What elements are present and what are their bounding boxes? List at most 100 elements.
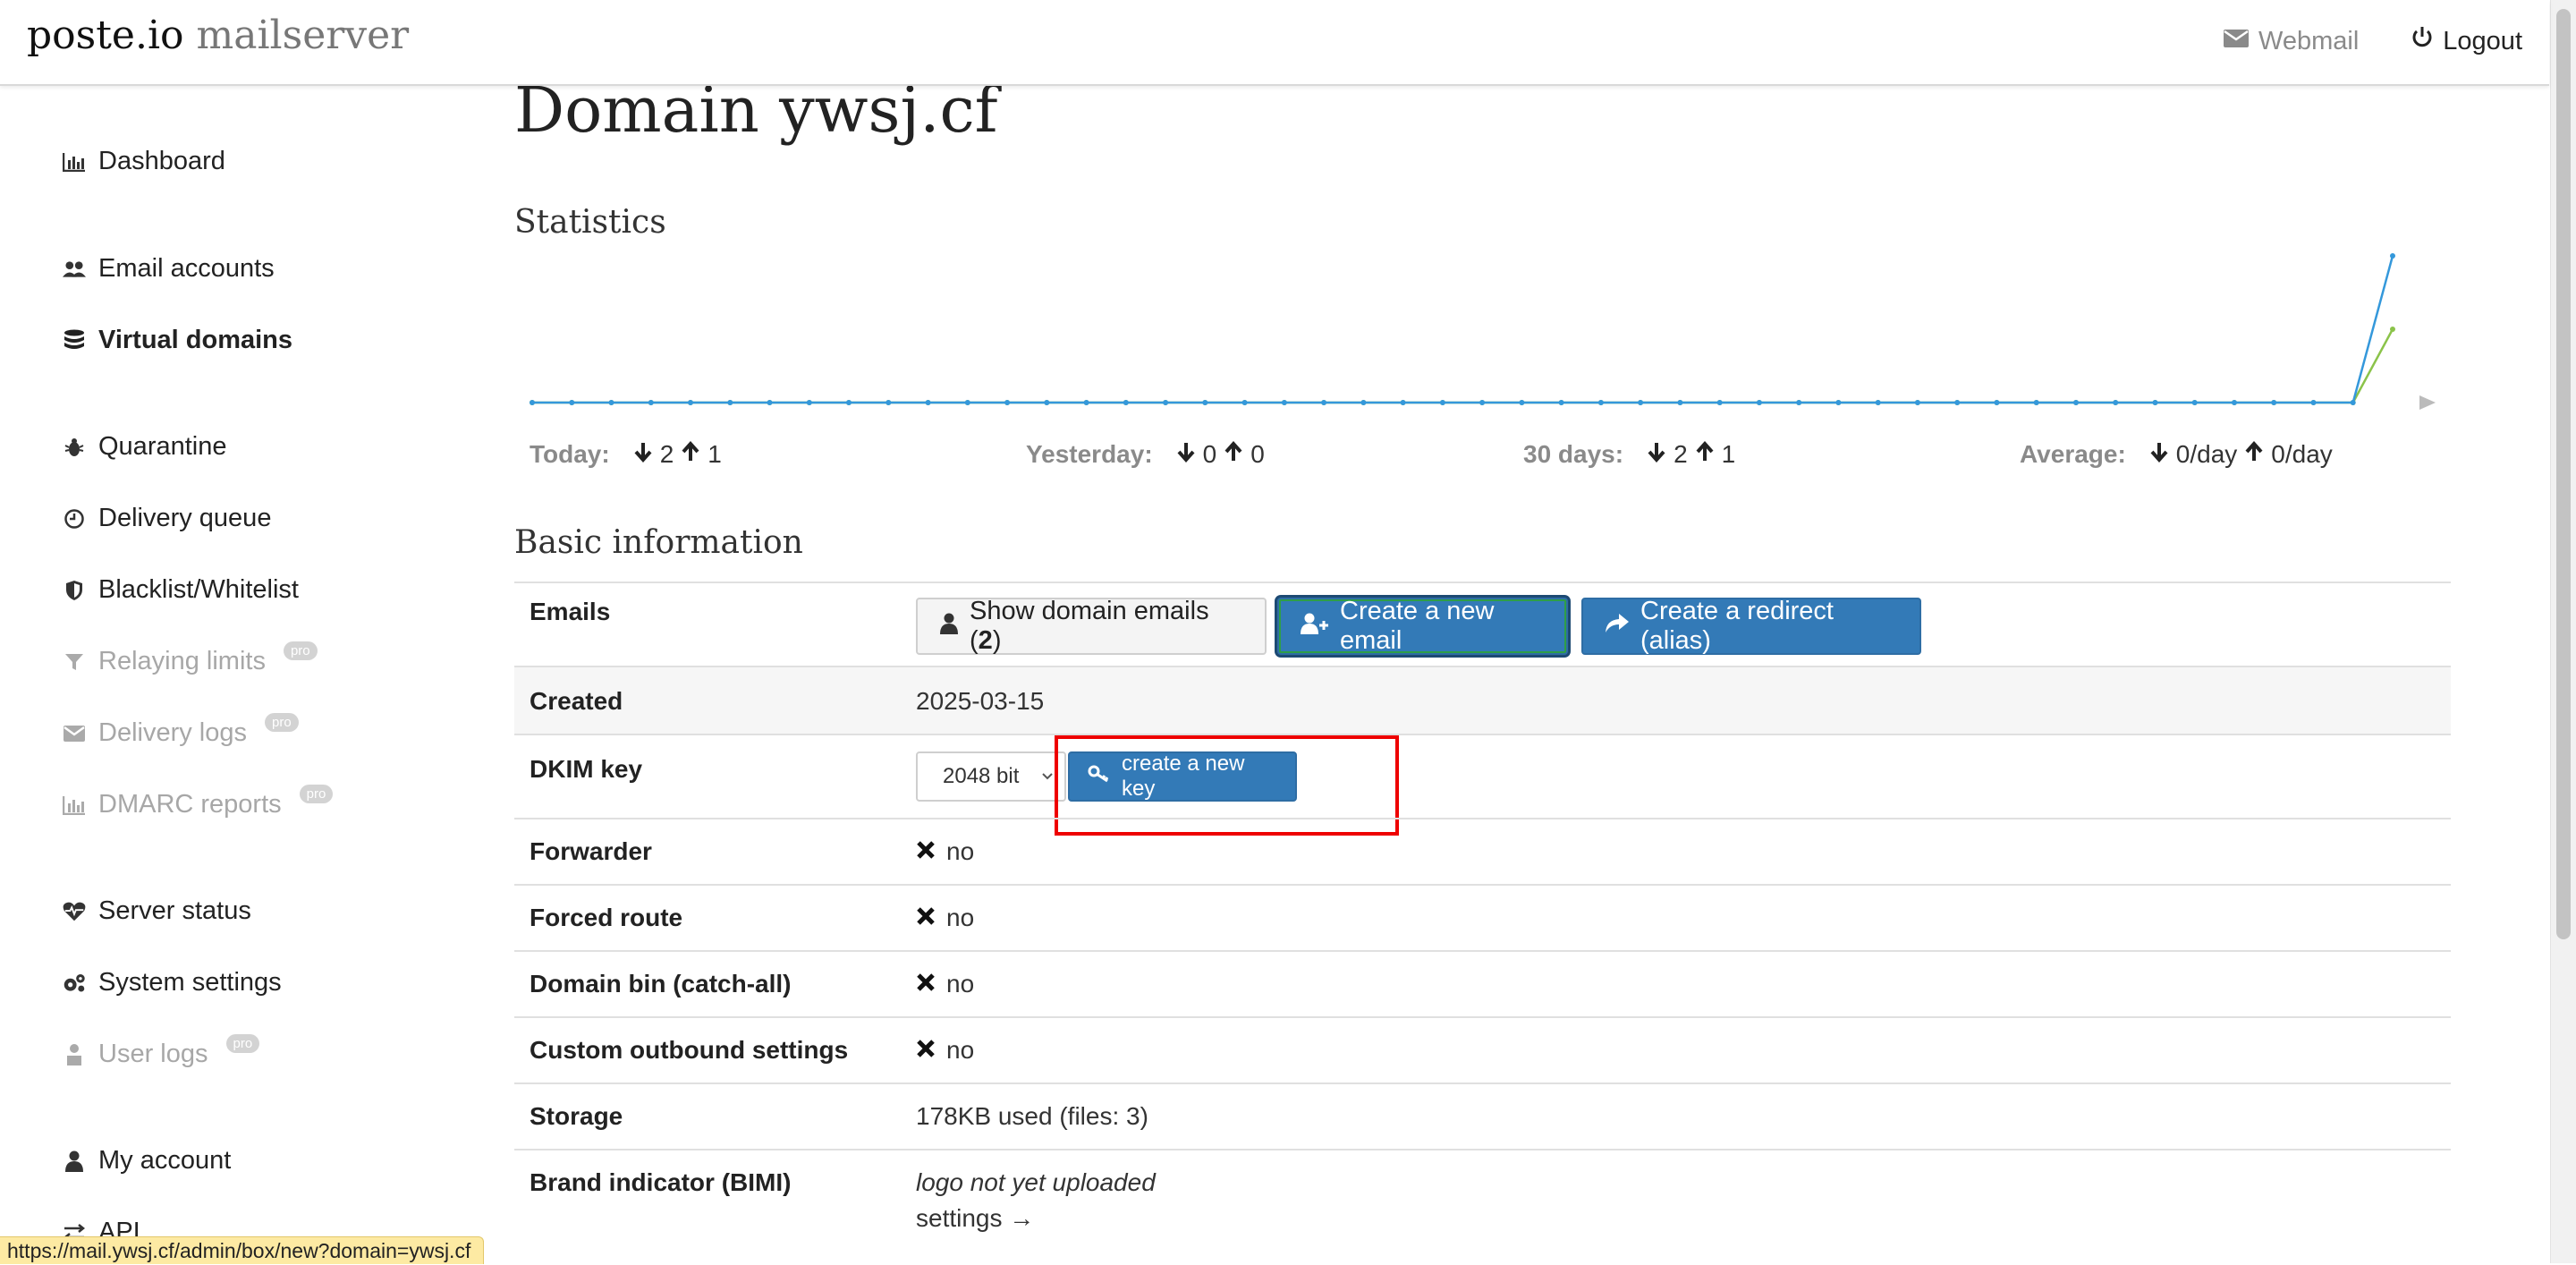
arrow-up-icon <box>2244 440 2264 469</box>
row-forwarder: Forwarder no <box>514 818 2451 886</box>
brand-logo[interactable]: poste.io mailserver <box>27 13 409 58</box>
statistics-summary: Today: 2 1 Yesterday: 0 0 30 days: 2 1 A… <box>530 440 2451 476</box>
close-icon <box>916 1036 936 1065</box>
stat-out: 1 <box>1721 440 1736 468</box>
sidebar-item-label: Blacklist/Whitelist <box>98 575 299 604</box>
webmail-link[interactable]: Webmail <box>2223 25 2359 57</box>
top-nav-links: Webmail Logout <box>2223 25 2522 57</box>
chart-point <box>648 400 654 405</box>
chevron-down-icon <box>1041 766 1054 794</box>
row-created: Created 2025-03-15 <box>514 666 2451 735</box>
sidebar-item-server-status[interactable]: Server status <box>63 896 251 926</box>
database-icon <box>63 329 86 352</box>
chart-point <box>1875 400 1881 405</box>
gears-icon <box>63 972 86 995</box>
email-count: 2 <box>978 626 993 655</box>
close-icon <box>916 970 936 998</box>
chart-point <box>1914 400 1920 405</box>
forwarder-value: no <box>916 837 974 866</box>
dkim-bits-value: 2048 bit <box>943 764 1020 788</box>
sidebar-item-delivery-logs[interactable]: Delivery logs pro <box>63 713 299 748</box>
chart-point <box>1716 400 1723 405</box>
sidebar-item-label: Virtual domains <box>98 326 293 354</box>
sidebar-item-label: Email accounts <box>98 254 275 283</box>
arrow-down-icon <box>2149 440 2169 469</box>
row-label: Storage <box>530 1102 623 1130</box>
create-redirect-button[interactable]: Create a redirect (alias) <box>1581 597 1921 655</box>
sidebar-item-label: Delivery logs <box>98 718 247 747</box>
chart-point <box>1241 400 1248 405</box>
chart-point <box>1519 400 1525 405</box>
chart-point <box>1202 400 1208 405</box>
sidebar-item-my-account[interactable]: My account <box>63 1146 231 1176</box>
sidebar-item-label: DMARC reports <box>98 790 282 819</box>
users-icon <box>63 259 86 280</box>
sidebar-item-quarantine[interactable]: Quarantine <box>63 432 227 462</box>
chart-point <box>1400 400 1406 405</box>
chart-point <box>2113 400 2119 405</box>
close-icon <box>916 904 936 932</box>
row-label: Custom outbound settings <box>530 1036 849 1064</box>
sidebar-item-label: Relaying limits <box>98 647 266 675</box>
arrow-up-icon <box>1224 440 1243 469</box>
user-plus-icon <box>1301 612 1329 641</box>
chart-point <box>1439 400 1445 405</box>
arrow-down-icon <box>1647 440 1666 469</box>
filter-icon <box>63 652 86 672</box>
chart-point <box>2350 400 2356 405</box>
sidebar-item-delivery-queue[interactable]: Delivery queue <box>63 504 271 533</box>
row-domain-bin: Domain bin (catch-all) no <box>514 950 2451 1018</box>
pro-badge: pro <box>225 1034 260 1053</box>
create-redirect-label: Create a redirect (alias) <box>1640 597 1834 655</box>
dkim-bits-select[interactable]: 2048 bit <box>916 751 1066 802</box>
create-new-email-label: Create a new email <box>1340 597 1495 655</box>
created-value: 2025-03-15 <box>916 687 1045 715</box>
sidebar-item-label: User logs <box>98 1040 208 1068</box>
logout-link[interactable]: Logout <box>2411 25 2522 57</box>
sidebar-item-relaying-limits[interactable]: Relaying limits pro <box>63 641 318 676</box>
sidebar-item-label: Delivery queue <box>98 504 272 532</box>
stat-label: Yesterday: <box>1026 440 1153 468</box>
create-new-email-button[interactable]: Create a new email <box>1277 597 1568 655</box>
custom-outbound-value: no <box>916 1036 974 1065</box>
sidebar-item-blacklist-whitelist[interactable]: Blacklist/Whitelist <box>63 575 299 605</box>
row-storage: Storage 178KB used (files: 3) <box>514 1082 2451 1150</box>
sidebar-item-system-settings[interactable]: System settings <box>63 968 282 998</box>
stat-label: 30 days: <box>1523 440 1624 468</box>
bimi-settings-link[interactable]: settings → <box>916 1204 1034 1233</box>
chart-point <box>767 400 773 405</box>
chart-point <box>727 400 733 405</box>
sidebar-item-email-accounts[interactable]: Email accounts <box>63 254 275 284</box>
chart-point <box>608 400 614 405</box>
chart-point <box>2390 327 2395 332</box>
close-icon <box>916 837 936 866</box>
sidebar-item-label: System settings <box>98 968 282 997</box>
scrollbar-thumb[interactable] <box>2556 9 2571 939</box>
row-label: Created <box>530 687 623 715</box>
storage-value: 178KB used (files: 3) <box>916 1102 1148 1130</box>
row-label: Brand indicator (BIMI) <box>530 1168 792 1196</box>
chart-point <box>688 400 693 405</box>
sidebar-item-user-logs[interactable]: User logs pro <box>63 1034 260 1069</box>
sidebar: Dashboard Email accounts Virtual domains… <box>0 84 483 1263</box>
shield-icon <box>63 580 86 601</box>
chart-point <box>1321 400 1327 405</box>
chart-point <box>2390 253 2395 259</box>
stat-out: 1 <box>708 440 722 468</box>
sidebar-item-label: My account <box>98 1146 232 1175</box>
show-domain-emails-button[interactable]: Show domain emails (2) <box>916 597 1267 655</box>
chart-point <box>1756 400 1762 405</box>
sidebar-item-dashboard[interactable]: Dashboard <box>63 147 225 176</box>
chart-point <box>569 400 575 405</box>
bar-chart-icon <box>63 795 86 815</box>
chart-point <box>1479 400 1486 405</box>
row-forced-route: Forced route no <box>514 884 2451 952</box>
chart-point <box>1994 400 2000 405</box>
row-bimi: Brand indicator (BIMI) logo not yet uplo… <box>514 1149 2451 1265</box>
sidebar-item-dmarc-reports[interactable]: DMARC reports pro <box>63 785 334 819</box>
domain-bin-text: no <box>946 970 975 998</box>
status-bar-url: https://mail.ywsj.cf/admin/box/new?domai… <box>0 1236 485 1264</box>
heartbeat-icon <box>63 901 86 922</box>
vertical-scrollbar[interactable] <box>2550 0 2576 1263</box>
sidebar-item-virtual-domains[interactable]: Virtual domains <box>63 326 292 355</box>
